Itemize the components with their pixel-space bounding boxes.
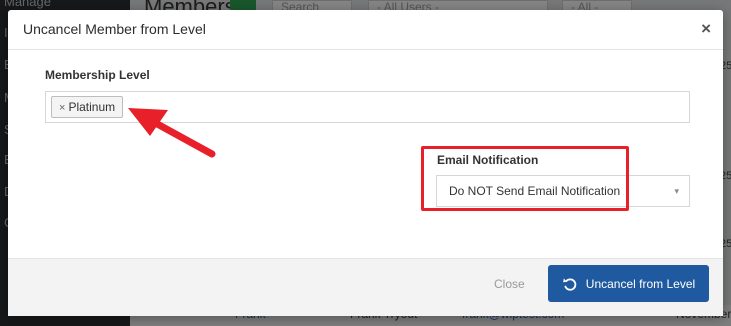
level-tag-label: Platinum <box>68 100 116 114</box>
close-button[interactable]: Close <box>494 277 525 291</box>
modal-footer: Close Uncancel from Level <box>8 258 723 316</box>
close-icon[interactable]: × <box>701 19 711 39</box>
uncancel-from-level-label: Uncancel from Level <box>585 276 696 291</box>
remove-tag-icon[interactable]: × <box>59 102 65 114</box>
highlight-box <box>421 146 629 211</box>
modal-title: Uncancel Member from Level <box>23 21 206 37</box>
modal-body: Membership Level × Platinum Email Notific… <box>8 50 723 258</box>
level-tag: × Platinum <box>51 96 124 118</box>
uncancel-from-level-button[interactable]: Uncancel from Level <box>548 265 709 302</box>
uncancel-modal: Uncancel Member from Level × Membership … <box>8 10 723 316</box>
membership-level-input[interactable]: × Platinum <box>45 91 690 123</box>
undo-icon <box>562 276 578 292</box>
membership-level-label: Membership Level <box>45 68 150 82</box>
modal-header: Uncancel Member from Level × <box>8 10 723 50</box>
chevron-down-icon: ▾ <box>674 186 679 196</box>
